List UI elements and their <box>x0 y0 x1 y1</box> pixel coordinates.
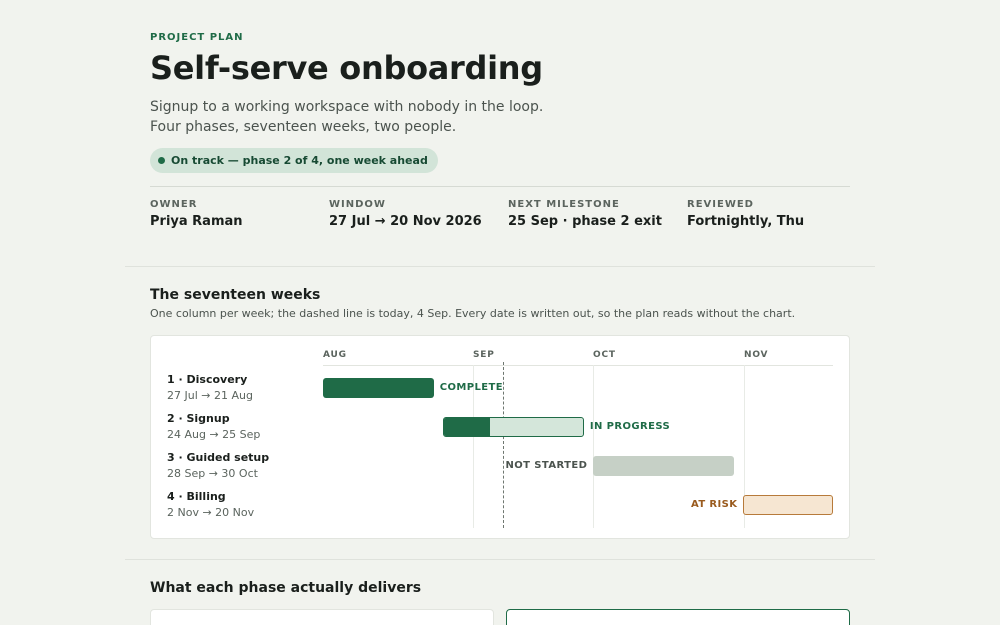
timeline-heading: The seventeen weeks <box>150 287 321 303</box>
meta-next-milestone: NEXT MILESTONE 25 Sep · phase 2 exit <box>508 199 683 229</box>
phase-dates: 28 Sep → 30 Oct <box>167 467 258 480</box>
status-badge-text: On track — phase 2 of 4, one week ahead <box>171 154 428 167</box>
month-label-sep: SEP <box>473 350 495 360</box>
meta-owner: OWNER Priya Raman <box>150 199 325 229</box>
subtitle-line-2: Four phases, seventeen weeks, two people… <box>150 119 457 135</box>
phase-bar <box>443 417 584 437</box>
meta-key: NEXT MILESTONE <box>508 199 620 210</box>
phase-dates: 27 Jul → 21 Aug <box>167 389 253 402</box>
phase-label: 2 · Signup <box>167 412 230 425</box>
deliverable-card[interactable] <box>150 609 494 625</box>
timeline-caption: One column per week; the dashed line is … <box>150 307 796 320</box>
month-label-oct: OCT <box>593 350 616 360</box>
meta-value: Fortnightly, Thu <box>687 214 805 229</box>
phase-label: 1 · Discovery <box>167 373 248 386</box>
phase-status-label: COMPLETE <box>439 382 503 393</box>
subtitle-line-1: Signup to a working workspace with nobod… <box>150 99 544 115</box>
subtitle: Signup to a working workspace with nobod… <box>150 97 543 137</box>
month-gridline <box>593 365 594 528</box>
status-dot-icon <box>158 157 165 164</box>
today-line <box>503 362 504 528</box>
month-label-nov: NOV <box>744 350 769 360</box>
eyebrow: PROJECT PLAN <box>150 32 244 43</box>
phase-dates: 2 Nov → 20 Nov <box>167 506 255 519</box>
status-badge: On track — phase 2 of 4, one week ahead <box>150 148 438 173</box>
phase-bar <box>323 378 434 398</box>
phase-bar <box>593 456 735 476</box>
section-divider <box>125 266 875 267</box>
page-title: Self-serve onboarding <box>150 49 543 87</box>
meta-key: OWNER <box>150 199 198 210</box>
meta-key: WINDOW <box>329 199 386 210</box>
phase-dates: 24 Aug → 25 Sep <box>167 428 261 441</box>
gantt-axis-line <box>323 365 833 366</box>
meta-value: 27 Jul → 20 Nov 2026 <box>329 214 482 229</box>
phase-bar <box>743 495 833 515</box>
phase-label: 3 · Guided setup <box>167 451 270 464</box>
meta-window: WINDOW 27 Jul → 20 Nov 2026 <box>329 199 504 229</box>
meta-reviewed: REVIEWED Fortnightly, Thu <box>687 199 862 229</box>
deliverable-card-active[interactable] <box>506 609 850 625</box>
phase-status-label: IN PROGRESS <box>589 421 671 432</box>
phase-progress-fill <box>444 418 490 436</box>
phase-status-label: AT RISK <box>690 499 738 510</box>
phase-status-label: NOT STARTED <box>505 460 588 471</box>
month-label-aug: AUG <box>323 350 347 360</box>
divider <box>150 186 850 187</box>
deliverables-heading: What each phase actually delivers <box>150 580 422 596</box>
phase-label: 4 · Billing <box>167 490 226 503</box>
meta-value: 25 Sep · phase 2 exit <box>508 214 662 229</box>
section-divider <box>125 559 875 560</box>
meta-key: REVIEWED <box>687 199 754 210</box>
meta-value: Priya Raman <box>150 214 243 229</box>
